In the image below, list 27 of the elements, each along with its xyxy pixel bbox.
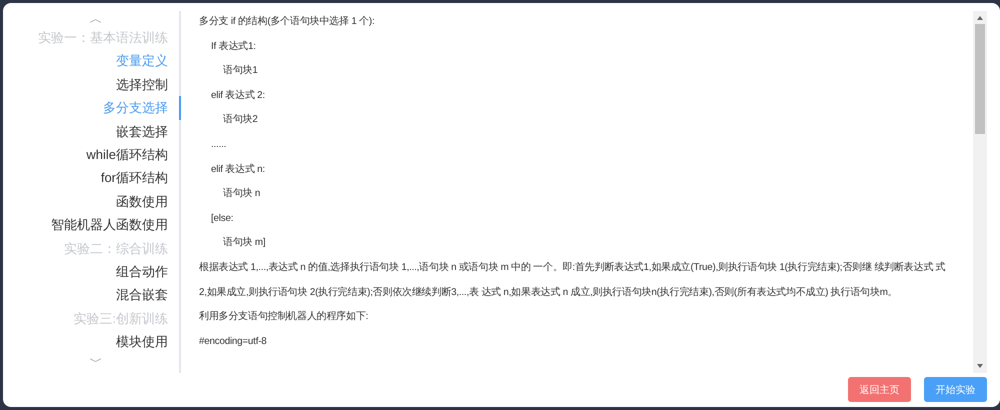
sidebar-item[interactable]: 函数使用 bbox=[116, 190, 181, 214]
sidebar-item[interactable]: 嵌套选择 bbox=[116, 120, 181, 144]
sidebar-item[interactable]: for循环结构 bbox=[100, 166, 181, 190]
section-header: 实验二：综合训练 bbox=[64, 240, 169, 258]
sidebar-item[interactable]: 混合嵌套 bbox=[116, 283, 181, 307]
sidebar-item[interactable]: 组合动作 bbox=[116, 260, 181, 284]
paragraph: 多分支 if 的结构(多个语句块中选择 1 个): bbox=[199, 15, 376, 28]
sidebar-item[interactable]: 模块使用 bbox=[116, 330, 181, 354]
sidebar-item[interactable]: while循环结构 bbox=[86, 143, 181, 166]
paragraph: 2,如果成立,则执行语句块 2(执行完结束);否则依次继续判断3,...,表 达式 n,如果表达式 n 成立,则执行语句块n(执行完结束),否则(所有表达式均不成立) 执行语句块m。 bbox=[199, 286, 898, 299]
section-header: 实验三:创新训练 bbox=[73, 310, 169, 328]
paragraph: elif 表达式 2: bbox=[210, 88, 266, 102]
paragraph: elif 表达式 n: bbox=[210, 162, 266, 176]
paragraph: [else: bbox=[210, 212, 234, 225]
paragraph: If 表达式1: bbox=[210, 40, 257, 53]
paragraph: 语句块 n bbox=[222, 187, 262, 200]
section-header: 实验一：基本语法训练 bbox=[38, 29, 169, 47]
sidebar-item[interactable]: 选择控制 bbox=[116, 72, 181, 96]
paragraph: 语句块2 bbox=[222, 113, 259, 126]
paragraph: 利用多分支语句控制机器人的程序如下: bbox=[199, 310, 370, 324]
scrollbar[interactable] bbox=[973, 11, 987, 373]
sidebar-item[interactable]: 智能机器人函数使用 bbox=[51, 213, 181, 237]
paragraph: 根据表达式 1,...,表达式 n 的值,选择执行语句块 1,...,语句块 n 或语句块 m 中的 一个。即:首先判断表达式1,如果成立(True),则执行语句块 1(执行完结束);否则继 续判断表达式 式 bbox=[199, 260, 946, 274]
paragraph: 语句块1 bbox=[222, 64, 259, 78]
paragraph: #encoding=utf-8 bbox=[199, 334, 268, 348]
paragraph: ...... bbox=[210, 138, 228, 151]
paragraph: 语句块 m] bbox=[222, 236, 266, 250]
